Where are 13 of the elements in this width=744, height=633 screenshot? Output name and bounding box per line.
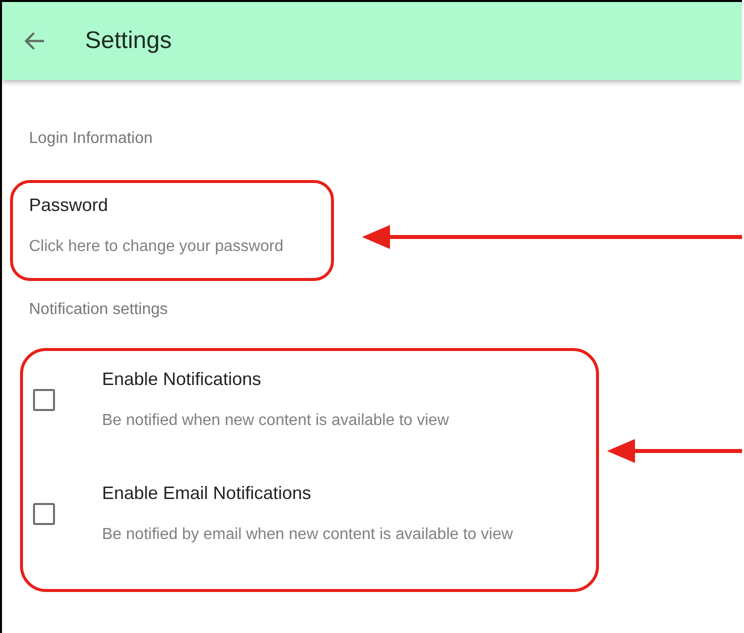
preference-title: Enable Notifications: [102, 369, 262, 390]
section-header: Notification settings: [29, 301, 169, 320]
preference-item[interactable]: Password Click here to change your password: [2, 150, 284, 256]
preference-title: Password: [29, 195, 110, 216]
section-header: Login Information: [29, 130, 154, 149]
preference-title: Enable Email Notifications: [102, 483, 312, 504]
preference-summary: Be notified when new content is available to view: [102, 412, 449, 430]
preference-summary: Click here to change your password: [29, 238, 284, 256]
preference-summary: Be notified by email when new content is available to view: [102, 526, 513, 544]
checkbox[interactable]: [33, 388, 55, 410]
back-arrow-icon: [23, 31, 45, 51]
screen-title: Settings: [85, 27, 172, 55]
checkbox[interactable]: [33, 502, 55, 524]
